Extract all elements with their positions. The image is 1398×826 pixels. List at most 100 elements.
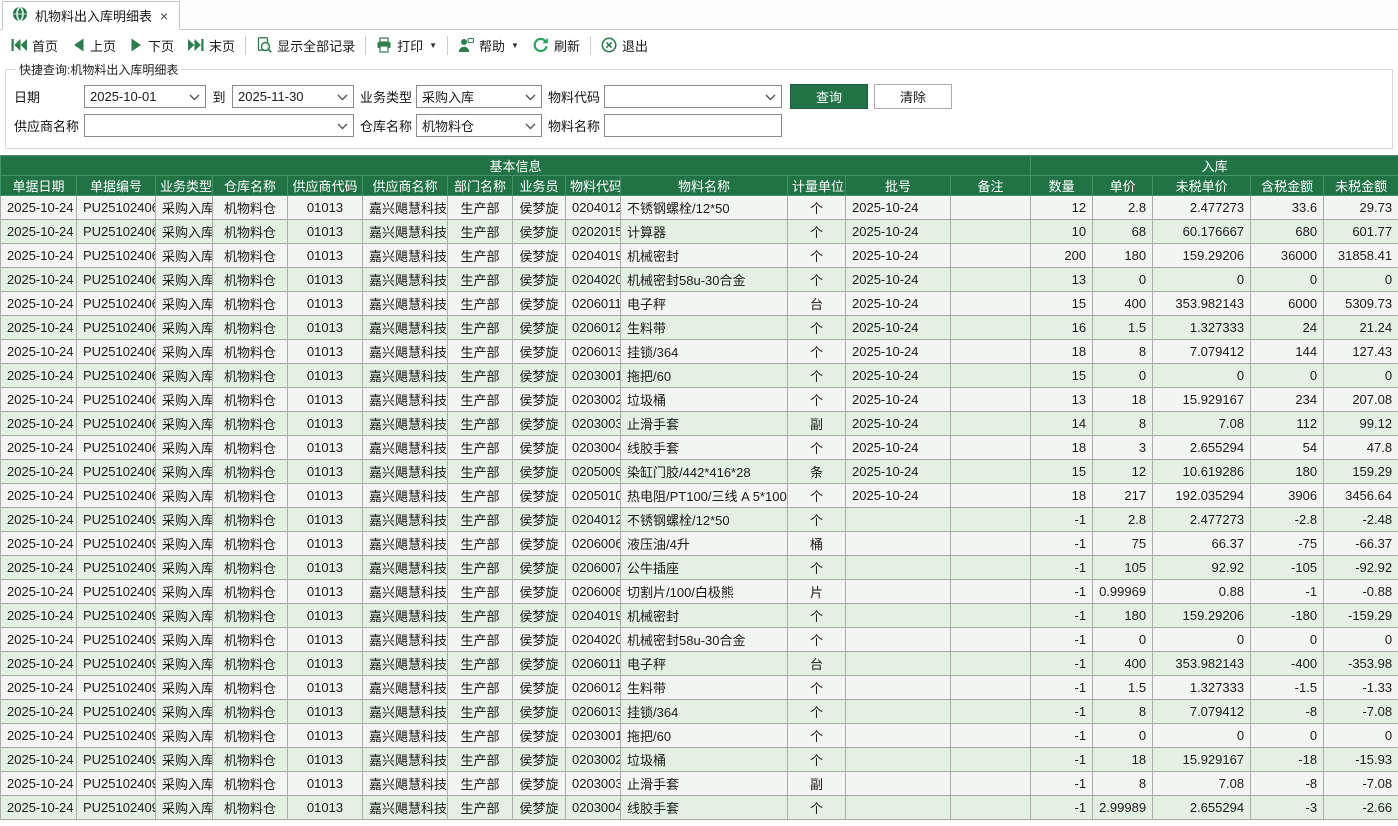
help-person-icon [458, 37, 474, 53]
cell: 台 [788, 292, 846, 316]
cell: 条 [788, 460, 846, 484]
cell [951, 508, 1031, 532]
cell: 电子秤 [621, 652, 788, 676]
cell: -8 [1251, 772, 1324, 796]
first-page-button[interactable]: 首页 [4, 33, 65, 58]
table-row[interactable]: 2025-10-24PU25102406采购入库机物料仓01013嘉兴飓慧科技生… [1, 460, 1398, 484]
cell: 0 [1324, 364, 1398, 388]
cell: 47.8 [1324, 436, 1398, 460]
cell [846, 580, 951, 604]
cell: -1 [1031, 700, 1093, 724]
show-all-records-button[interactable]: 显示全部记录 [249, 33, 362, 58]
cell: 机物料仓 [213, 724, 288, 748]
cell: 采购入库 [156, 628, 213, 652]
table-row[interactable]: 2025-10-24PU25102406采购入库机物料仓01013嘉兴飓慧科技生… [1, 484, 1398, 508]
table-row[interactable]: 2025-10-24PU25102409采购入库机物料仓01013嘉兴飓慧科技生… [1, 748, 1398, 772]
table-row[interactable]: 2025-10-24PU25102409采购入库机物料仓01013嘉兴飓慧科技生… [1, 556, 1398, 580]
table-row[interactable]: 2025-10-24PU25102406采购入库机物料仓01013嘉兴飓慧科技生… [1, 196, 1398, 220]
cell: 机械密封 [621, 244, 788, 268]
cell: -1 [1031, 796, 1093, 820]
cell: 嘉兴飓慧科技 [363, 244, 448, 268]
cell: 0 [1093, 724, 1153, 748]
table-row[interactable]: 2025-10-24PU25102406采购入库机物料仓01013嘉兴飓慧科技生… [1, 244, 1398, 268]
print-button[interactable]: 打印 ▼ [369, 33, 444, 58]
cell: 0206008 [566, 580, 621, 604]
cell: 68 [1093, 220, 1153, 244]
date-to-select[interactable]: 2025-11-30 [232, 85, 354, 108]
table-row[interactable]: 2025-10-24PU25102406采购入库机物料仓01013嘉兴飓慧科技生… [1, 316, 1398, 340]
table-row[interactable]: 2025-10-24PU25102406采购入库机物料仓01013嘉兴飓慧科技生… [1, 436, 1398, 460]
cell: 0204012 [566, 196, 621, 220]
next-page-button[interactable]: 下页 [123, 33, 181, 58]
print-dropdown-icon[interactable]: ▼ [429, 41, 437, 50]
cell: 8 [1093, 700, 1153, 724]
supplier-select[interactable] [84, 114, 354, 137]
cell: 生产部 [448, 340, 513, 364]
cell: 线胶手套 [621, 436, 788, 460]
date-from-select[interactable]: 2025-10-01 [84, 85, 206, 108]
warehouse-select[interactable]: 机物料仓 [416, 114, 542, 137]
last-page-button[interactable]: 末页 [181, 33, 242, 58]
table-row[interactable]: 2025-10-24PU25102406采购入库机物料仓01013嘉兴飓慧科技生… [1, 412, 1398, 436]
cell: 机物料仓 [213, 652, 288, 676]
cell: 2025-10-24 [1, 436, 77, 460]
table-row[interactable]: 2025-10-24PU25102406采购入库机物料仓01013嘉兴飓慧科技生… [1, 268, 1398, 292]
cell: 31858.41 [1324, 244, 1398, 268]
refresh-button[interactable]: 刷新 [526, 33, 587, 58]
help-dropdown-icon[interactable]: ▼ [511, 41, 519, 50]
query-button[interactable]: 查询 [790, 84, 868, 109]
cell: 机物料仓 [213, 244, 288, 268]
table-row[interactable]: 2025-10-24PU25102409采购入库机物料仓01013嘉兴飓慧科技生… [1, 724, 1398, 748]
cell: 嘉兴飓慧科技 [363, 460, 448, 484]
table-row[interactable]: 2025-10-24PU25102409采购入库机物料仓01013嘉兴飓慧科技生… [1, 508, 1398, 532]
cell: -1 [1031, 604, 1093, 628]
cell: 生产部 [448, 772, 513, 796]
table-row[interactable]: 2025-10-24PU25102406采购入库机物料仓01013嘉兴飓慧科技生… [1, 364, 1398, 388]
cell: -1 [1031, 508, 1093, 532]
table-row[interactable]: 2025-10-24PU25102406采购入库机物料仓01013嘉兴飓慧科技生… [1, 292, 1398, 316]
cell: 生产部 [448, 244, 513, 268]
toolbar-separator [590, 36, 591, 55]
material-name-input[interactable] [604, 114, 782, 137]
table-row[interactable]: 2025-10-24PU25102406采购入库机物料仓01013嘉兴飓慧科技生… [1, 220, 1398, 244]
table-row[interactable]: 2025-10-24PU25102409采购入库机物料仓01013嘉兴飓慧科技生… [1, 652, 1398, 676]
table-row[interactable]: 2025-10-24PU25102409采购入库机物料仓01013嘉兴飓慧科技生… [1, 700, 1398, 724]
cell: 2025-10-24 [846, 364, 951, 388]
help-button[interactable]: 帮助 ▼ [451, 33, 526, 58]
table-row[interactable]: 2025-10-24PU25102406采购入库机物料仓01013嘉兴飓慧科技生… [1, 340, 1398, 364]
table-row[interactable]: 2025-10-24PU25102409采购入库机物料仓01013嘉兴飓慧科技生… [1, 580, 1398, 604]
biz-type-select[interactable]: 采购入库 [416, 85, 542, 108]
table-row[interactable]: 2025-10-24PU25102409采购入库机物料仓01013嘉兴飓慧科技生… [1, 604, 1398, 628]
cell: 18 [1093, 748, 1153, 772]
table-row[interactable]: 2025-10-24PU25102409采购入库机物料仓01013嘉兴飓慧科技生… [1, 532, 1398, 556]
cell: 生产部 [448, 604, 513, 628]
cell [951, 700, 1031, 724]
cell: 个 [788, 724, 846, 748]
cell: 0205009 [566, 460, 621, 484]
cell: 个 [788, 316, 846, 340]
clear-button[interactable]: 清除 [874, 84, 952, 109]
cell: 1.327333 [1153, 316, 1251, 340]
table-row[interactable]: 2025-10-24PU25102406采购入库机物料仓01013嘉兴飓慧科技生… [1, 388, 1398, 412]
cell: 01013 [288, 700, 363, 724]
tab-material-inout-report[interactable]: 机物料出入库明细表 × [2, 1, 180, 30]
table-row[interactable]: 2025-10-24PU25102409采购入库机物料仓01013嘉兴飓慧科技生… [1, 676, 1398, 700]
tab-close-icon[interactable]: × [159, 9, 169, 23]
cell: 机械密封58u-30合金 [621, 628, 788, 652]
cell: 侯梦旋 [513, 268, 566, 292]
table-row[interactable]: 2025-10-24PU25102409采购入库机物料仓01013嘉兴飓慧科技生… [1, 628, 1398, 652]
cell: 嘉兴飓慧科技 [363, 388, 448, 412]
cell: 侯梦旋 [513, 508, 566, 532]
prev-page-button[interactable]: 上页 [65, 33, 123, 58]
cell: 桶 [788, 532, 846, 556]
table-row[interactable]: 2025-10-24PU25102409采购入库机物料仓01013嘉兴飓慧科技生… [1, 796, 1398, 820]
cell: 机物料仓 [213, 388, 288, 412]
table-row[interactable]: 2025-10-24PU25102409采购入库机物料仓01013嘉兴飓慧科技生… [1, 772, 1398, 796]
cell: 0 [1153, 628, 1251, 652]
cell: 计算器 [621, 220, 788, 244]
cell: 3906 [1251, 484, 1324, 508]
material-code-select[interactable] [604, 85, 782, 108]
cell: -353.98 [1324, 652, 1398, 676]
exit-button[interactable]: 退出 [594, 33, 655, 58]
cell: 采购入库 [156, 460, 213, 484]
